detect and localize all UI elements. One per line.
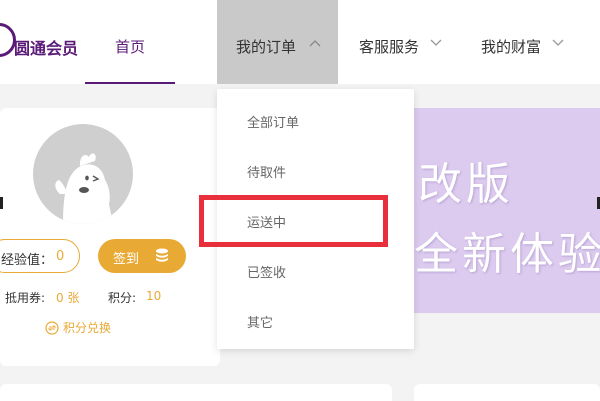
coupon-label: 抵用券: — [5, 291, 46, 305]
brand-name[interactable]: 圆通会员 — [14, 35, 78, 59]
chevron-up-icon — [309, 40, 321, 47]
top-nav: 圆通会员 首页 我的订单 客服服务 我的财富 — [0, 0, 600, 84]
nav-customer-service[interactable]: 客服服务 — [343, 0, 458, 84]
experience-value: 0 — [56, 249, 65, 264]
coins-icon — [156, 248, 168, 262]
coupon-value[interactable]: 0 张 — [56, 289, 79, 306]
points-exchange-label: 积分兑换 — [63, 321, 112, 335]
profile-card: 经验值： 0 签到 抵用券: 0 张 积分: 10 积分兑换 — [0, 108, 220, 366]
avatar[interactable] — [33, 124, 133, 224]
menu-item-pending-pickup[interactable]: 待取件 — [217, 151, 414, 191]
checkin-label: 签到 — [113, 252, 140, 267]
chevron-down-icon — [430, 39, 442, 46]
menu-item-label: 其它 — [247, 316, 274, 331]
banner-headline: 改版 — [418, 159, 514, 210]
content-card — [0, 384, 392, 401]
menu-item-label: 已签收 — [247, 266, 287, 281]
highlight-box — [199, 195, 388, 247]
menu-item-all-orders[interactable]: 全部订单 — [217, 101, 414, 141]
experience-label: 经验值： — [1, 253, 54, 268]
nav-my-wealth-label: 我的财富 — [481, 38, 542, 56]
menu-item-other[interactable]: 其它 — [217, 301, 414, 341]
checkin-button[interactable]: 签到 — [98, 239, 186, 273]
menu-item-label: 全部订单 — [247, 116, 300, 131]
scroll-left-marker — [0, 197, 3, 209]
points-label: 积分: — [108, 291, 137, 305]
nav-my-wealth[interactable]: 我的财富 — [465, 0, 580, 84]
chevron-down-icon — [552, 39, 564, 46]
page: 圆通会员 首页 我的订单 客服服务 我的财富 经验值： 0 签到 抵用券: 0 … — [0, 0, 600, 401]
experience-pill: 经验值： 0 — [0, 239, 80, 273]
nav-home[interactable]: 首页 — [85, 0, 175, 84]
nav-my-orders[interactable]: 我的订单 — [217, 0, 338, 84]
content-card — [414, 384, 600, 401]
nav-my-orders-label: 我的订单 — [236, 38, 297, 56]
banner-subheadline: 全新体验 — [414, 229, 600, 280]
menu-item-signed[interactable]: 已签收 — [217, 251, 414, 291]
points-exchange-link[interactable]: 积分兑换 — [45, 319, 111, 336]
nav-home-label: 首页 — [115, 38, 146, 56]
promo-banner[interactable]: 改版 全新体验 — [414, 108, 600, 313]
exchange-icon — [45, 321, 59, 335]
points-value[interactable]: 10 — [146, 289, 161, 303]
default-avatar-icon — [55, 153, 113, 224]
menu-item-label: 待取件 — [247, 166, 287, 181]
nav-customer-service-label: 客服服务 — [359, 38, 420, 56]
